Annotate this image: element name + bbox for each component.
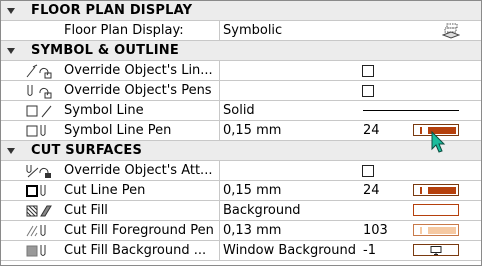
mouse-cursor-icon [431,131,446,153]
row-symbol-line-pen[interactable]: Symbol Line Pen 0,15 mm 24 [1,121,481,141]
column-divider [219,101,220,120]
override-lines-icon [26,64,52,79]
column-divider [219,161,220,180]
row-label: Override Object's Att... [64,163,213,178]
row-override-object-lines[interactable]: Override Object's Lin... [1,61,481,81]
column-divider [219,241,220,260]
row-label: Cut Fill Background ... [64,243,207,258]
floor-plan-display-value[interactable]: Symbolic [223,21,282,40]
row-label: Symbol Line [64,103,144,118]
fill-preview-swatch[interactable] [413,204,459,216]
row-label: Cut Fill [64,203,108,218]
collapse-triangle-icon[interactable] [7,48,15,54]
pen-number[interactable]: 24 [363,181,380,200]
override-attributes-checkbox[interactable] [362,165,374,177]
collapse-triangle-icon[interactable] [7,148,15,154]
row-cut-fill-foreground-pen[interactable]: Cut Fill Foreground Pen 0,13 mm 103 [1,221,481,241]
section-symbol-outline[interactable]: SYMBOL & OUTLINE [1,41,481,61]
floor-plan-layers-icon[interactable] [442,23,460,39]
window-background-swatch[interactable] [413,244,459,256]
row-label: Override Object's Lin... [64,63,213,78]
column-divider [219,221,220,240]
line-type-preview[interactable] [363,110,459,111]
pen-weight-value: 0,15 mm [223,183,282,198]
symbol-line-value[interactable]: Solid [223,101,255,120]
row-label: Cut Line Pen [64,183,146,198]
section-title: CUT SURFACES [31,143,143,158]
override-lines-checkbox[interactable] [362,65,374,77]
row-cut-fill[interactable]: Cut Fill Background [1,201,481,221]
row-label: Cut Fill Foreground Pen [64,223,214,238]
collapse-triangle-icon[interactable] [7,8,15,14]
row-symbol-line[interactable]: Symbol Line Solid [1,101,481,121]
override-pens-icon [27,85,52,99]
cut-line-pen-icon [26,185,46,197]
row-cut-line-pen[interactable]: Cut Line Pen 0,15 mm 24 [1,181,481,201]
row-override-object-pens[interactable]: Override Object's Pens [1,81,481,101]
override-pens-checkbox[interactable] [362,85,374,97]
row-label: Floor Plan Display: [64,23,184,38]
override-attributes-icon [26,165,51,178]
pen-color-swatch[interactable] [413,184,459,196]
section-cut-surfaces[interactable]: CUT SURFACES [1,141,481,161]
row-override-object-attributes[interactable]: Override Object's Att... [1,161,481,181]
cut-fill-background-pen-icon [26,245,46,257]
column-divider [219,181,220,200]
symbol-line-pen-icon [26,125,46,137]
cut-fill-foreground-pen-icon [26,225,46,237]
symbol-line-icon [26,105,52,118]
section-title: SYMBOL & OUTLINE [31,43,179,58]
column-divider [219,21,220,40]
background-value: Window Background [223,243,356,258]
pen-number[interactable]: 103 [363,221,388,240]
cut-fill-value[interactable]: Background [223,201,301,220]
pen-number[interactable]: 24 [363,121,380,140]
row-cut-fill-background-pen[interactable]: Cut Fill Background ... Window Backgroun… [1,241,481,261]
pen-weight-value: 0,13 mm [223,223,282,238]
section-title: FLOOR PLAN DISPLAY [31,3,193,18]
column-divider [219,61,220,80]
pen-weight-value: 0,15 mm [223,123,282,138]
monitor-icon [430,246,442,255]
section-floor-plan-display[interactable]: FLOOR PLAN DISPLAY [1,1,481,21]
pen-number[interactable]: -1 [363,241,376,260]
row-label: Symbol Line Pen [64,123,172,138]
settings-panel: FLOOR PLAN DISPLAY Floor Plan Display: S… [0,0,482,266]
column-divider [219,121,220,140]
column-divider [219,201,220,220]
row-label: Override Object's Pens [64,83,212,98]
column-divider [219,81,220,100]
pen-color-swatch[interactable] [413,224,459,236]
cut-fill-icon [26,205,52,217]
row-floor-plan-display[interactable]: Floor Plan Display: Symbolic [1,21,481,41]
